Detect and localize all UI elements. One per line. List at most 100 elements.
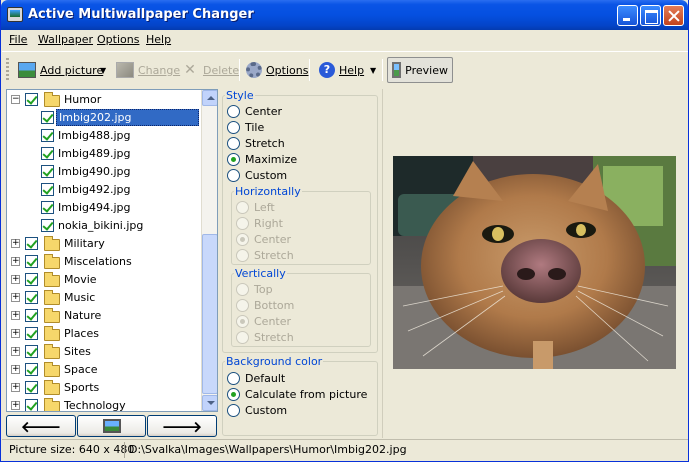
close-button[interactable]: [663, 5, 684, 26]
scroll-up-button[interactable]: [202, 90, 217, 106]
horizontal-option-stretch[interactable]: Stretch: [236, 247, 294, 263]
tree-checkbox[interactable]: [25, 309, 38, 322]
expand-icon[interactable]: +: [11, 257, 20, 266]
vertical-option-bottom[interactable]: Bottom: [236, 297, 294, 313]
expand-icon[interactable]: +: [11, 329, 20, 338]
radio-button[interactable]: [227, 136, 240, 150]
tree-folder[interactable]: + Military: [7, 235, 203, 253]
menu-file[interactable]: File: [9, 33, 27, 46]
vertical-option-stretch[interactable]: Stretch: [236, 329, 294, 345]
tree-folder[interactable]: + Technology: [7, 397, 203, 411]
tree-scrollbar[interactable]: [201, 90, 217, 411]
tree-folder[interactable]: + Space: [7, 361, 203, 379]
change-button[interactable]: Change: [112, 57, 184, 83]
expand-icon[interactable]: +: [11, 401, 20, 410]
set-wallpaper-button[interactable]: [77, 415, 146, 437]
tree-checkbox[interactable]: [41, 201, 54, 214]
style-option-custom[interactable]: Custom: [227, 167, 287, 183]
expand-icon[interactable]: +: [11, 347, 20, 356]
radio-button[interactable]: [236, 330, 249, 344]
scroll-down-button[interactable]: [202, 395, 217, 411]
tree-checkbox[interactable]: [41, 165, 54, 178]
menu-options[interactable]: Options: [97, 33, 139, 46]
maximize-button[interactable]: [640, 5, 661, 26]
collapse-icon[interactable]: −: [11, 95, 20, 104]
background-option-default[interactable]: Default: [227, 370, 285, 386]
radio-button[interactable]: [227, 403, 240, 417]
radio-button[interactable]: [236, 298, 249, 312]
expand-icon[interactable]: +: [11, 383, 20, 392]
options-button[interactable]: Options: [242, 57, 312, 83]
style-option-center[interactable]: Center: [227, 103, 282, 119]
tree-file[interactable]: Imbig488.jpg: [7, 127, 203, 145]
add-picture-dropdown[interactable]: ▼: [96, 57, 110, 83]
expand-icon[interactable]: +: [11, 239, 20, 248]
tree-checkbox[interactable]: [41, 183, 54, 196]
horizontal-option-right[interactable]: Right: [236, 215, 283, 231]
radio-button[interactable]: [227, 120, 240, 134]
tree-checkbox[interactable]: [25, 273, 38, 286]
tree-checkbox[interactable]: [25, 345, 38, 358]
radio-button-checked[interactable]: [227, 387, 240, 401]
tree-checkbox[interactable]: [41, 219, 54, 232]
expand-icon[interactable]: +: [11, 275, 20, 284]
background-option-calculate[interactable]: Calculate from picture: [227, 386, 367, 402]
delete-button[interactable]: ✕ Delete: [177, 57, 243, 83]
title-bar[interactable]: Active Multiwallpaper Changer: [1, 0, 688, 30]
tree-checkbox[interactable]: [25, 255, 38, 268]
add-picture-button[interactable]: Add picture: [14, 57, 107, 83]
minimize-button[interactable]: [617, 5, 638, 26]
tree-file[interactable]: Imbig490.jpg: [7, 163, 203, 181]
tree-folder[interactable]: + Sites: [7, 343, 203, 361]
tree-folder[interactable]: + Places: [7, 325, 203, 343]
preview-button[interactable]: Preview: [387, 57, 453, 83]
radio-button[interactable]: [236, 248, 249, 262]
tree-folder[interactable]: + Movie: [7, 271, 203, 289]
tree-file[interactable]: Imbig489.jpg: [7, 145, 203, 163]
tree-checkbox[interactable]: [25, 327, 38, 340]
scroll-thumb[interactable]: [202, 234, 217, 394]
radio-button[interactable]: [236, 282, 249, 296]
tree-checkbox[interactable]: [41, 111, 54, 124]
vertical-option-top[interactable]: Top: [236, 281, 273, 297]
tree-checkbox[interactable]: [25, 237, 38, 250]
tree-checkbox[interactable]: [25, 381, 38, 394]
tree-file[interactable]: Imbig494.jpg: [7, 199, 203, 217]
radio-button[interactable]: [236, 200, 249, 214]
tree-folder-humor[interactable]: − Humor: [7, 91, 203, 109]
tree-checkbox[interactable]: [25, 291, 38, 304]
tree-folder[interactable]: + Nature: [7, 307, 203, 325]
next-wallpaper-button[interactable]: 🡒: [147, 415, 217, 437]
background-option-custom[interactable]: Custom: [227, 402, 287, 418]
horizontal-option-left[interactable]: Left: [236, 199, 275, 215]
expand-icon[interactable]: +: [11, 293, 20, 302]
tree-folder[interactable]: + Miscelations: [7, 253, 203, 271]
radio-button-checked[interactable]: [236, 314, 249, 328]
previous-wallpaper-button[interactable]: 🡐: [6, 415, 76, 437]
style-option-maximize[interactable]: Maximize: [227, 151, 297, 167]
horizontal-option-center[interactable]: Center: [236, 231, 291, 247]
tree-folder[interactable]: + Sports: [7, 379, 203, 397]
radio-button[interactable]: [227, 104, 240, 118]
tree-checkbox[interactable]: [41, 129, 54, 142]
tree-checkbox[interactable]: [25, 399, 38, 411]
menu-wallpaper[interactable]: Wallpaper: [38, 33, 93, 46]
folder-tree[interactable]: − Humor Imbig202.jpg Imbig488.jpg Imbig4…: [6, 89, 218, 412]
expand-icon[interactable]: +: [11, 311, 20, 320]
help-dropdown[interactable]: ▼: [366, 57, 380, 83]
menu-help[interactable]: Help: [146, 33, 171, 46]
radio-button[interactable]: [227, 371, 240, 385]
toolbar-grip[interactable]: [6, 58, 9, 82]
vertical-option-center[interactable]: Center: [236, 313, 291, 329]
radio-button[interactable]: [227, 168, 240, 182]
tree-file[interactable]: nokia_bikini.jpg: [7, 217, 203, 235]
help-button[interactable]: ? Help: [315, 57, 368, 83]
tree-checkbox[interactable]: [25, 93, 38, 106]
style-option-stretch[interactable]: Stretch: [227, 135, 285, 151]
expand-icon[interactable]: +: [11, 365, 20, 374]
radio-button-checked[interactable]: [236, 232, 249, 246]
tree-folder[interactable]: + Music: [7, 289, 203, 307]
style-option-tile[interactable]: Tile: [227, 119, 264, 135]
radio-button[interactable]: [236, 216, 249, 230]
radio-button-checked[interactable]: [227, 152, 240, 166]
